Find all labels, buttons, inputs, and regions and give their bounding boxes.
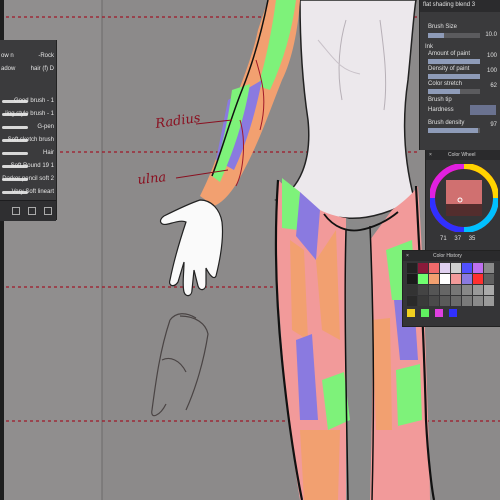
brush-name: flat shading blend 3 xyxy=(423,2,476,8)
color-swatch-grid[interactable] xyxy=(407,263,497,321)
density-label: Density of paint xyxy=(428,66,470,72)
stretch-label: Color stretch xyxy=(428,81,463,87)
close-icon[interactable]: × xyxy=(429,150,432,160)
tip-label: Brush tip xyxy=(428,97,452,103)
color-wheel-title: Color Wheel xyxy=(448,152,476,158)
brush-label: Soft sketch brush xyxy=(7,137,54,143)
list-item[interactable]: Very Soft lineart xyxy=(0,186,56,199)
delete-icon[interactable] xyxy=(44,207,52,215)
sub-tool-panel: ow n -Rock adow hair (f) D Good brush - … xyxy=(0,40,57,221)
brush-size-slider[interactable] xyxy=(428,33,480,38)
color-values: 71 37 35 xyxy=(440,236,475,242)
list-item[interactable]: ling style brush - 1 xyxy=(0,108,56,121)
list-item[interactable]: G-pen xyxy=(0,121,56,134)
brush-label: ling style brush - 1 xyxy=(5,111,54,117)
list-item[interactable]: Soft sketch brush xyxy=(0,134,56,147)
brush-density-value: 97 xyxy=(490,122,497,128)
color-history-title: Color History xyxy=(433,253,462,259)
color-value-h: 71 xyxy=(440,236,447,242)
list-item[interactable]: Darker pencil soft 2 xyxy=(0,173,56,186)
hardness-selector[interactable] xyxy=(470,105,496,115)
brush-density-slider[interactable] xyxy=(428,128,480,133)
ink-label: Ink xyxy=(425,44,434,50)
close-icon[interactable]: × xyxy=(406,251,409,261)
brush-label: G-pen xyxy=(37,124,54,130)
tool-property-panel: flat shading blend 3 Brush Size 10.0 Ink… xyxy=(419,0,500,150)
list-item[interactable]: Soft Round 19 1 xyxy=(0,160,56,173)
brush-prefix: ow n xyxy=(1,53,14,59)
density-slider[interactable] xyxy=(428,74,480,79)
hardness-label: Hardness xyxy=(428,107,454,113)
copy-icon[interactable] xyxy=(12,207,20,215)
brush-prefix: adow xyxy=(1,66,16,72)
density-value: 100 xyxy=(486,68,497,74)
color-value-v: 35 xyxy=(468,236,476,242)
list-item[interactable]: adow hair (f) D xyxy=(0,63,56,76)
list-item[interactable]: ow n -Rock xyxy=(0,50,56,63)
brush-size-label: Brush Size xyxy=(428,24,458,30)
brush-size-value: 10.0 xyxy=(485,32,497,38)
brush-label: hair (f) D xyxy=(30,66,54,72)
legs xyxy=(274,178,436,500)
list-item[interactable]: Good brush - 1 xyxy=(0,95,56,108)
color-wheel[interactable] xyxy=(430,164,498,232)
brush-panel-footer xyxy=(0,200,56,221)
amount-label: Amount of paint xyxy=(428,51,471,57)
annotation-ulna: ulna xyxy=(137,170,167,188)
brush-label: Darker pencil soft 2 xyxy=(2,176,54,182)
brush-label: Very Soft lineart xyxy=(11,189,54,195)
amount-slider[interactable] xyxy=(428,59,480,64)
new-icon[interactable] xyxy=(28,207,36,215)
stretch-value: 62 xyxy=(490,83,497,89)
color-history-titlebar: × Color History xyxy=(403,251,500,261)
color-wheel-titlebar: × Color Wheel xyxy=(426,150,500,160)
color-wheel-panel: × Color Wheel 71 37 35 xyxy=(425,150,500,250)
brush-label: Soft Round 19 1 xyxy=(10,163,54,169)
brush-density-label: Brush density xyxy=(428,120,465,126)
list-item[interactable]: Hair xyxy=(0,147,56,160)
color-value-s: 37 xyxy=(454,236,462,242)
brush-label: Hair xyxy=(42,150,54,156)
color-history-panel: × Color History xyxy=(402,250,500,327)
brush-label: Good brush - 1 xyxy=(13,98,54,104)
amount-value: 100 xyxy=(486,53,497,59)
brush-label: -Rock xyxy=(38,53,54,59)
stretch-slider[interactable] xyxy=(428,89,480,94)
brush-name-bar: flat shading blend 3 xyxy=(420,0,500,12)
